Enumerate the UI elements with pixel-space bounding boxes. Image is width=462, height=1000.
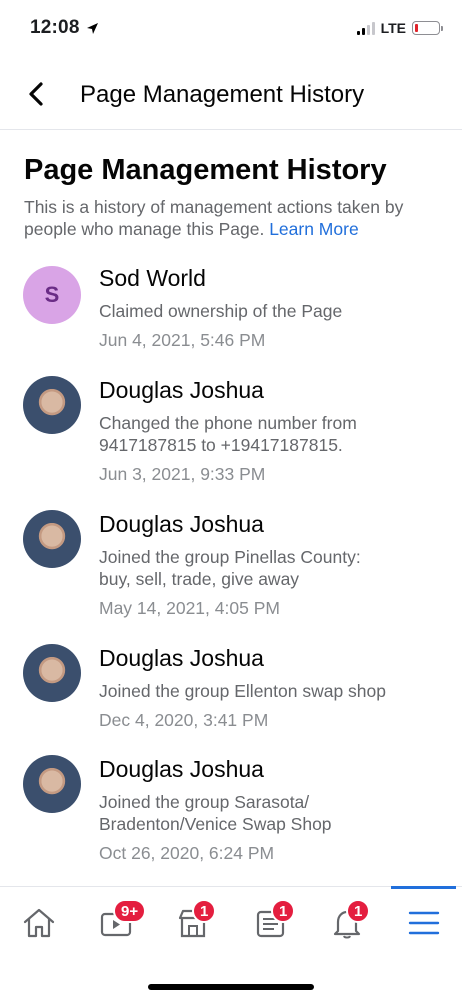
menu-icon bbox=[408, 911, 439, 935]
entry-time: Dec 4, 2020, 3:41 PM bbox=[99, 710, 269, 730]
signal-icon bbox=[356, 21, 375, 35]
page-description: This is a history of management actions … bbox=[24, 196, 444, 240]
header-title: Page Management History bbox=[80, 81, 365, 108]
status-indicators: LTE bbox=[356, 20, 443, 36]
entry-action: Joined the group Ellenton swap shop bbox=[99, 681, 387, 701]
avatar[interactable] bbox=[23, 510, 81, 568]
bottom-tab-bar: 9+ 1 1 1 bbox=[0, 886, 462, 966]
entry-time: Jun 4, 2021, 5:46 PM bbox=[99, 330, 266, 350]
location-arrow-icon bbox=[86, 22, 98, 34]
chevron-left-icon bbox=[29, 82, 43, 106]
entry-time: Jun 3, 2021, 9:33 PM bbox=[99, 464, 266, 484]
avatar[interactable] bbox=[23, 755, 81, 813]
avatar[interactable] bbox=[23, 644, 81, 702]
tab-watch[interactable]: 9+ bbox=[77, 887, 154, 966]
page-title: Page Management History bbox=[24, 154, 387, 186]
entry-name[interactable]: Douglas Joshua bbox=[99, 377, 264, 404]
entry-action: Joined the group Sarasota/ Bradenton/Ven… bbox=[99, 792, 332, 834]
entry-time: Oct 26, 2020, 6:24 PM bbox=[99, 843, 275, 863]
status-bar: 12:08 LTE bbox=[0, 0, 462, 60]
status-time: 12:08 bbox=[30, 17, 99, 39]
tab-marketplace[interactable]: 1 bbox=[154, 887, 231, 966]
tab-menu[interactable] bbox=[385, 886, 462, 966]
tab-news[interactable]: 1 bbox=[231, 887, 308, 966]
entry-action: Claimed ownership of the Page bbox=[99, 301, 343, 321]
avatar[interactable] bbox=[23, 376, 81, 434]
avatar-letter: S bbox=[44, 282, 60, 307]
entry-name[interactable]: Douglas Joshua bbox=[99, 756, 264, 783]
entry-name[interactable]: Douglas Joshua bbox=[99, 645, 264, 672]
nav-header: Page Management History bbox=[0, 62, 462, 130]
learn-more-link[interactable]: Learn More bbox=[269, 219, 359, 239]
network-label: LTE bbox=[380, 20, 406, 36]
notification-badge: 1 bbox=[192, 899, 217, 923]
notification-badge: 1 bbox=[271, 899, 296, 923]
tab-notifications[interactable]: 1 bbox=[308, 887, 385, 966]
home-indicator bbox=[148, 984, 314, 990]
notification-badge: 9+ bbox=[113, 899, 147, 923]
entry-time: May 14, 2021, 4:05 PM bbox=[99, 598, 280, 618]
tab-home[interactable] bbox=[0, 887, 77, 966]
status-time-text: 12:08 bbox=[30, 17, 80, 38]
entry-action: Joined the group Pinellas County: buy, s… bbox=[99, 547, 361, 589]
home-icon bbox=[23, 908, 54, 938]
entry-action: Changed the phone number from 9417187815… bbox=[99, 413, 357, 455]
battery-icon bbox=[412, 21, 443, 35]
avatar[interactable]: S bbox=[23, 266, 81, 324]
entry-name[interactable]: Douglas Joshua bbox=[99, 511, 264, 538]
back-button[interactable] bbox=[18, 76, 54, 112]
notification-badge: 1 bbox=[346, 899, 371, 923]
entry-name[interactable]: Sod World bbox=[99, 265, 206, 292]
